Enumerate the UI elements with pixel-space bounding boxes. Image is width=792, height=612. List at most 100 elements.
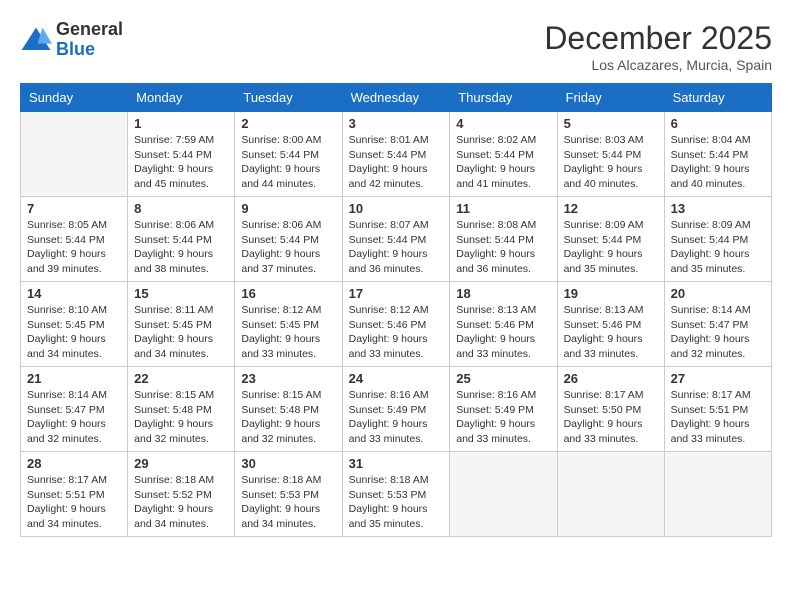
calendar-cell: 3Sunrise: 8:01 AM Sunset: 5:44 PM Daylig… <box>342 112 450 197</box>
calendar-cell: 8 Sunrise: 8:06 AM Sunset: 5:44 PM Daylig… <box>128 197 235 282</box>
cell-info: Sunrise: 8:03 AM Sunset: 5:44 PM Dayligh… <box>564 133 658 192</box>
day-number: 19 <box>564 286 658 301</box>
day-number: 8 <box>134 201 228 216</box>
calendar-cell: 31 Sunrise: 8:18 AM Sunset: 5:53 PM Dayli… <box>342 452 450 537</box>
cell-info: Sunrise: 8:17 AM Sunset: 5:50 PM Dayligh… <box>564 388 658 447</box>
calendar-cell: 14Sunrise: 8:10 AM Sunset: 5:45 PM Dayli… <box>21 282 128 367</box>
weekday-header-sunday: Sunday <box>21 84 128 112</box>
cell-info: Sunrise: 8:18 AM Sunset: 5:53 PM Dayligh… <box>241 473 335 532</box>
cell-info: Sunrise: 8:13 AM Sunset: 5:46 PM Dayligh… <box>456 303 550 362</box>
day-number: 11 <box>456 201 550 216</box>
calendar-cell: 15 Sunrise: 8:11 AM Sunset: 5:45 PM Dayli… <box>128 282 235 367</box>
day-number: 23 <box>241 371 335 386</box>
day-number: 10 <box>349 201 444 216</box>
day-number: 28 <box>27 456 121 471</box>
weekday-header-tuesday: Tuesday <box>235 84 342 112</box>
day-number: 29 <box>134 456 228 471</box>
calendar-cell: 16 Sunrise: 8:12 AM Sunset: 5:45 PM Dayli… <box>235 282 342 367</box>
cell-info: Sunrise: 8:08 AM Sunset: 5:44 PM Dayligh… <box>456 218 550 277</box>
calendar: SundayMondayTuesdayWednesdayThursdayFrid… <box>20 83 772 537</box>
title-block: December 2025 Los Alcazares, Murcia, Spa… <box>544 20 772 73</box>
cell-info: Sunrise: 8:09 AM Sunset: 5:44 PM Dayligh… <box>671 218 765 277</box>
calendar-cell: 18Sunrise: 8:13 AM Sunset: 5:46 PM Dayli… <box>450 282 557 367</box>
week-row-3: 14Sunrise: 8:10 AM Sunset: 5:45 PM Dayli… <box>21 282 772 367</box>
calendar-cell: 7 Sunrise: 8:05 AM Sunset: 5:44 PM Daylig… <box>21 197 128 282</box>
cell-info: Sunrise: 8:04 AM Sunset: 5:44 PM Dayligh… <box>671 133 765 192</box>
day-number: 14 <box>27 286 121 301</box>
cell-info: Sunrise: 8:18 AM Sunset: 5:53 PM Dayligh… <box>349 473 444 532</box>
day-number: 9 <box>241 201 335 216</box>
calendar-cell: 25 Sunrise: 8:16 AM Sunset: 5:49 PM Dayli… <box>450 367 557 452</box>
cell-info: Sunrise: 8:05 AM Sunset: 5:44 PM Dayligh… <box>27 218 121 277</box>
logo-icon <box>20 26 52 54</box>
cell-info: Sunrise: 7:59 AM Sunset: 5:44 PM Dayligh… <box>134 133 228 192</box>
cell-info: Sunrise: 8:12 AM Sunset: 5:45 PM Dayligh… <box>241 303 335 362</box>
cell-info: Sunrise: 8:09 AM Sunset: 5:44 PM Dayligh… <box>564 218 658 277</box>
logo: General Blue <box>20 20 123 60</box>
day-number: 26 <box>564 371 658 386</box>
day-number: 5 <box>564 116 658 131</box>
day-number: 31 <box>349 456 444 471</box>
day-number: 21 <box>27 371 121 386</box>
calendar-cell: 30 Sunrise: 8:18 AM Sunset: 5:53 PM Dayli… <box>235 452 342 537</box>
day-number: 27 <box>671 371 765 386</box>
calendar-cell: 2Sunrise: 8:00 AM Sunset: 5:44 PM Daylig… <box>235 112 342 197</box>
cell-info: Sunrise: 8:14 AM Sunset: 5:47 PM Dayligh… <box>27 388 121 447</box>
calendar-cell <box>557 452 664 537</box>
calendar-cell: 29Sunrise: 8:18 AM Sunset: 5:52 PM Dayli… <box>128 452 235 537</box>
cell-info: Sunrise: 8:17 AM Sunset: 5:51 PM Dayligh… <box>671 388 765 447</box>
calendar-cell: 12 Sunrise: 8:09 AM Sunset: 5:44 PM Dayli… <box>557 197 664 282</box>
calendar-cell: 19Sunrise: 8:13 AM Sunset: 5:46 PM Dayli… <box>557 282 664 367</box>
calendar-cell: 6 Sunrise: 8:04 AM Sunset: 5:44 PM Daylig… <box>664 112 771 197</box>
calendar-cell: 5 Sunrise: 8:03 AM Sunset: 5:44 PM Daylig… <box>557 112 664 197</box>
calendar-cell: 11 Sunrise: 8:08 AM Sunset: 5:44 PM Dayli… <box>450 197 557 282</box>
day-number: 4 <box>456 116 550 131</box>
day-number: 15 <box>134 286 228 301</box>
month-title: December 2025 <box>544 20 772 57</box>
week-row-2: 7 Sunrise: 8:05 AM Sunset: 5:44 PM Daylig… <box>21 197 772 282</box>
weekday-header-monday: Monday <box>128 84 235 112</box>
location: Los Alcazares, Murcia, Spain <box>544 57 772 73</box>
day-number: 30 <box>241 456 335 471</box>
cell-info: Sunrise: 8:11 AM Sunset: 5:45 PM Dayligh… <box>134 303 228 362</box>
week-row-4: 21 Sunrise: 8:14 AM Sunset: 5:47 PM Dayli… <box>21 367 772 452</box>
cell-info: Sunrise: 8:06 AM Sunset: 5:44 PM Dayligh… <box>241 218 335 277</box>
cell-info: Sunrise: 8:06 AM Sunset: 5:44 PM Dayligh… <box>134 218 228 277</box>
day-number: 1 <box>134 116 228 131</box>
cell-info: Sunrise: 8:02 AM Sunset: 5:44 PM Dayligh… <box>456 133 550 192</box>
calendar-cell: 23 Sunrise: 8:15 AM Sunset: 5:48 PM Dayli… <box>235 367 342 452</box>
week-row-5: 28Sunrise: 8:17 AM Sunset: 5:51 PM Dayli… <box>21 452 772 537</box>
day-number: 22 <box>134 371 228 386</box>
calendar-cell: 27 Sunrise: 8:17 AM Sunset: 5:51 PM Dayli… <box>664 367 771 452</box>
cell-info: Sunrise: 8:12 AM Sunset: 5:46 PM Dayligh… <box>349 303 444 362</box>
calendar-cell: 13 Sunrise: 8:09 AM Sunset: 5:44 PM Dayli… <box>664 197 771 282</box>
day-number: 20 <box>671 286 765 301</box>
day-number: 7 <box>27 201 121 216</box>
calendar-cell <box>664 452 771 537</box>
day-number: 16 <box>241 286 335 301</box>
cell-info: Sunrise: 8:16 AM Sunset: 5:49 PM Dayligh… <box>349 388 444 447</box>
day-number: 25 <box>456 371 550 386</box>
weekday-header-saturday: Saturday <box>664 84 771 112</box>
calendar-cell <box>450 452 557 537</box>
calendar-cell: 28Sunrise: 8:17 AM Sunset: 5:51 PM Dayli… <box>21 452 128 537</box>
calendar-cell: 20Sunrise: 8:14 AM Sunset: 5:47 PM Dayli… <box>664 282 771 367</box>
day-number: 17 <box>349 286 444 301</box>
calendar-cell: 21 Sunrise: 8:14 AM Sunset: 5:47 PM Dayli… <box>21 367 128 452</box>
cell-info: Sunrise: 8:15 AM Sunset: 5:48 PM Dayligh… <box>134 388 228 447</box>
page-header: General Blue December 2025 Los Alcazares… <box>20 20 772 73</box>
day-number: 13 <box>671 201 765 216</box>
weekday-header-thursday: Thursday <box>450 84 557 112</box>
logo-text: General Blue <box>56 20 123 60</box>
calendar-cell: 22 Sunrise: 8:15 AM Sunset: 5:48 PM Dayli… <box>128 367 235 452</box>
day-number: 12 <box>564 201 658 216</box>
calendar-cell: 9 Sunrise: 8:06 AM Sunset: 5:44 PM Daylig… <box>235 197 342 282</box>
weekday-header-wednesday: Wednesday <box>342 84 450 112</box>
week-row-1: 1 Sunrise: 7:59 AM Sunset: 5:44 PM Daylig… <box>21 112 772 197</box>
cell-info: Sunrise: 8:07 AM Sunset: 5:44 PM Dayligh… <box>349 218 444 277</box>
cell-info: Sunrise: 8:16 AM Sunset: 5:49 PM Dayligh… <box>456 388 550 447</box>
calendar-cell: 10 Sunrise: 8:07 AM Sunset: 5:44 PM Dayli… <box>342 197 450 282</box>
day-number: 6 <box>671 116 765 131</box>
calendar-cell <box>21 112 128 197</box>
cell-info: Sunrise: 8:15 AM Sunset: 5:48 PM Dayligh… <box>241 388 335 447</box>
